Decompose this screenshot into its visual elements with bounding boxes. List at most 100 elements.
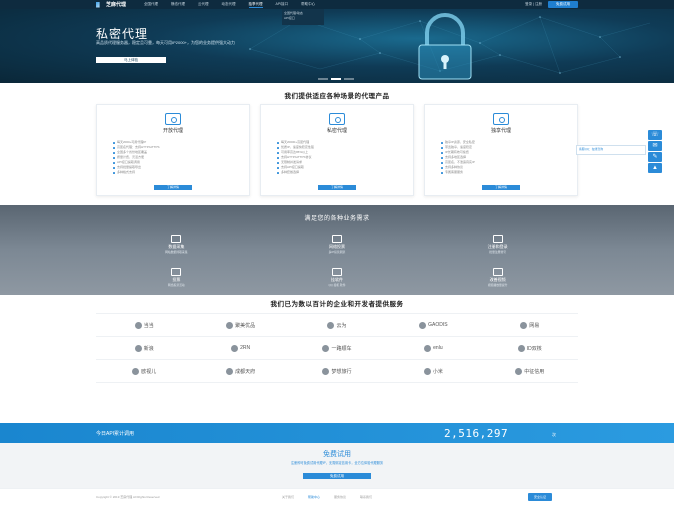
client-logo: 云为 bbox=[288, 314, 386, 337]
hero-subtitle: 高品质代理服务器，稳定且可靠，每天可用IP2000+，为您的业务提供强大动力 bbox=[96, 40, 236, 45]
product-card: 开放代理 每天2000+可用代理IP 高匿名代理：支持HTTP/HTTPS 全国… bbox=[96, 104, 250, 196]
client-name: 当当 bbox=[143, 322, 154, 329]
client-name: 网易 bbox=[529, 322, 540, 329]
side-toolbar: ☏ ✉ ✎ ▲ bbox=[648, 130, 662, 173]
copyright: Copyright © 2019 芝麻代理 All Rights Reserve… bbox=[96, 495, 160, 499]
client-logo-icon bbox=[322, 367, 330, 375]
client-logo-icon bbox=[322, 344, 330, 352]
api-counter-label: 今日API累计调用 bbox=[96, 431, 135, 437]
nav-item[interactable]: 动态代理 bbox=[222, 2, 236, 8]
client-name: ID双核 bbox=[526, 345, 542, 352]
feature-list: 独享IP资源，安全私密 带宽独享，速度稳定 IP长期有效可续费 支持多地区选择 … bbox=[441, 140, 561, 175]
product-card: 独享代理 独享IP资源，安全私密 带宽独享，速度稳定 IP长期有效可续费 支持多… bbox=[424, 104, 578, 196]
feature-list: 每天2000+可用代理IP 高匿名代理：支持HTTP/HTTPS 全国多个省份地… bbox=[113, 140, 233, 175]
nav-item[interactable]: 全国代理 bbox=[144, 2, 158, 8]
business-desc: 视频播放量提升 bbox=[487, 283, 508, 287]
back-to-top-icon[interactable]: ▲ bbox=[648, 163, 662, 173]
nav-right: 登录 | 注册 免费试用 bbox=[525, 1, 578, 8]
feature-item: 专属客服服务 bbox=[441, 170, 561, 175]
video-icon bbox=[492, 268, 503, 276]
business-grid: 数据采集 网站数据抓取采集 网络投票 多IP投票刷票 注册和登录 批量注册账号 … bbox=[96, 235, 578, 287]
api-counter-band: 今日API累计调用 2,516,297 次 bbox=[0, 423, 674, 443]
hero-cta-button[interactable]: 马上体验 bbox=[96, 57, 166, 63]
business-title: 满足您的各种业务需求 bbox=[304, 216, 370, 222]
nav-item[interactable]: 云代理 bbox=[198, 2, 209, 8]
dropdown-item[interactable]: API接口 bbox=[284, 16, 322, 21]
business-item[interactable]: 改善视频 视频播放量提升 bbox=[417, 268, 578, 287]
carousel-dot-active[interactable] bbox=[331, 78, 341, 80]
business-item[interactable]: 注册和登录 批量注册账号 bbox=[417, 235, 578, 254]
footer-link[interactable]: 关于我们 bbox=[282, 495, 294, 499]
client-logos: 当当 聚美优品 云为 GAODIS 网易 新浪 2RN 一路顺车 enlu ID… bbox=[96, 313, 578, 383]
client-logo: 一路顺车 bbox=[288, 337, 386, 360]
nav-item[interactable]: 静态代理 bbox=[171, 2, 185, 8]
edit-icon[interactable]: ✎ bbox=[648, 152, 662, 162]
client-name: 成都天府 bbox=[235, 368, 256, 375]
business-desc: 多IP投票刷票 bbox=[328, 250, 346, 254]
footer-link[interactable]: 服务协议 bbox=[334, 495, 346, 499]
footer-link-active[interactable]: 帮助中心 bbox=[308, 495, 320, 499]
logo[interactable]: 芝麻代理 bbox=[96, 1, 126, 8]
footer-link[interactable]: 联系我们 bbox=[360, 495, 372, 499]
client-logo: 梦想旅行 bbox=[288, 360, 386, 383]
client-name: 一路顺车 bbox=[331, 345, 352, 352]
client-name: 聚美优品 bbox=[235, 322, 256, 329]
carousel-dots bbox=[318, 78, 354, 80]
carousel-dot[interactable] bbox=[318, 78, 328, 80]
open-proxy-icon bbox=[165, 113, 181, 125]
padlock-icon bbox=[418, 13, 472, 80]
client-logo-icon bbox=[226, 321, 234, 329]
client-name: 新浪 bbox=[143, 345, 154, 352]
client-logo: enlu bbox=[385, 337, 482, 360]
security-badge[interactable]: 安全认证 bbox=[528, 493, 552, 501]
client-logo: 当当 bbox=[96, 314, 193, 337]
client-logo-icon bbox=[327, 321, 335, 329]
client-logo-icon bbox=[134, 344, 142, 352]
vote-icon bbox=[331, 235, 342, 243]
customer-service-popup[interactable]: 客服QQ：在线咨询 bbox=[576, 145, 646, 155]
business-item[interactable]: 投票 网络投票活动 bbox=[96, 268, 257, 287]
business-item[interactable]: 挂软件 QQ 挂机 软件 bbox=[257, 268, 418, 287]
api-counter-value: 2,516,297 bbox=[444, 427, 509, 440]
nav-item-active[interactable]: 独享代理 bbox=[248, 2, 263, 8]
business-item[interactable]: 数据采集 网站数据抓取采集 bbox=[96, 235, 257, 254]
business-desc: 网站数据抓取采集 bbox=[165, 250, 188, 254]
details-button[interactable]: 了解详情 bbox=[318, 185, 356, 190]
client-logo: 成都天府 bbox=[192, 360, 289, 383]
product-cards: 开放代理 每天2000+可用代理IP 高匿名代理：支持HTTP/HTTPS 全国… bbox=[96, 104, 578, 196]
client-logo: 小米 bbox=[385, 360, 482, 383]
product-name: 独享代理 bbox=[490, 128, 511, 134]
free-trial-section: 免费试用 注册即可免费试用代理IP，无需绑定信用卡，全方位体验代理服务 免费试用 bbox=[0, 443, 674, 488]
carousel-dot[interactable] bbox=[344, 78, 354, 80]
client-name: 欧视儿 bbox=[141, 368, 157, 375]
business-item[interactable]: 网络投票 多IP投票刷票 bbox=[257, 235, 418, 254]
products-section-title: 我们提供适应各种场景的代理产品 bbox=[284, 93, 390, 100]
client-logo: GAODIS bbox=[385, 314, 482, 337]
free-trial-button[interactable]: 免费试用 bbox=[303, 473, 371, 479]
business-section: 满足您的各种业务需求 数据采集 网站数据抓取采集 网络投票 多IP投票刷票 注册… bbox=[0, 205, 674, 295]
nav-item[interactable]: API接口 bbox=[276, 2, 289, 8]
mail-icon[interactable]: ✉ bbox=[648, 141, 662, 151]
client-logo-icon bbox=[231, 344, 239, 352]
register-icon bbox=[492, 235, 503, 243]
free-trial-nav-button[interactable]: 免费试用 bbox=[548, 1, 578, 8]
phone-icon[interactable]: ☏ bbox=[648, 130, 662, 140]
login-register-link[interactable]: 登录 | 注册 bbox=[525, 2, 542, 7]
client-name: 2RN bbox=[240, 345, 251, 351]
details-button[interactable]: 了解详情 bbox=[482, 185, 520, 190]
private-proxy-icon bbox=[329, 113, 345, 125]
business-desc: 网络投票活动 bbox=[167, 283, 185, 287]
product-card: 私密代理 每天20000+高匿代理 优质IP，速度快稳定性强 可用率高达95%以… bbox=[260, 104, 414, 196]
feature-item: 多种套餐选择 bbox=[277, 170, 397, 175]
client-name: 梦想旅行 bbox=[331, 368, 352, 375]
details-button[interactable]: 了解详情 bbox=[154, 185, 192, 190]
client-logo-icon bbox=[134, 321, 142, 329]
client-logo: 聚美优品 bbox=[192, 314, 289, 337]
client-logo-icon bbox=[423, 367, 431, 375]
client-logo-icon bbox=[419, 321, 427, 329]
client-logo-icon bbox=[520, 321, 528, 329]
client-logo: ID双核 bbox=[481, 337, 578, 360]
nav-item[interactable]: 帮助中心 bbox=[301, 2, 315, 8]
data-collection-icon bbox=[171, 235, 182, 243]
business-desc: 批量注册账号 bbox=[489, 250, 507, 254]
